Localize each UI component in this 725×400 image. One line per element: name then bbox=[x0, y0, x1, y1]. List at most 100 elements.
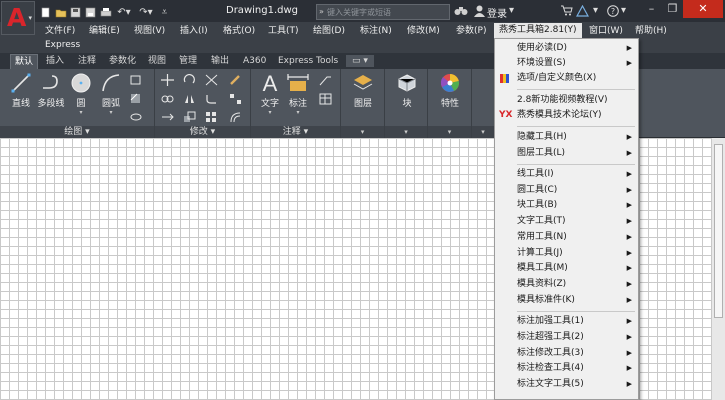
user-icon[interactable] bbox=[474, 5, 485, 21]
autodesk-exchange-icon[interactable] bbox=[575, 4, 590, 21]
menu-yanxiu-toolbox[interactable]: 燕秀工具箱2.81(Y) bbox=[494, 23, 582, 38]
offset-icon[interactable] bbox=[229, 111, 242, 123]
menu-item-mold-tools[interactable]: 模具工具(M) ▶ bbox=[495, 261, 638, 276]
menu-item-custom-colors[interactable]: 选项/自定义颜色(X) bbox=[495, 71, 638, 86]
table-icon[interactable] bbox=[319, 93, 332, 105]
menu-item-dim-super-tools[interactable]: 标注超强工具(2) ▶ bbox=[495, 330, 638, 345]
arc-tool[interactable]: 圆弧 ▾ bbox=[94, 72, 128, 116]
block-tool[interactable]: 块 bbox=[390, 72, 424, 109]
circle-dropdown-icon[interactable]: ▾ bbox=[64, 109, 98, 116]
rotate-icon[interactable] bbox=[183, 74, 196, 86]
ellipse-icon[interactable] bbox=[130, 111, 143, 123]
draw-panel-title[interactable]: 绘图 ▾ bbox=[0, 126, 154, 138]
menu-item-layer-tools[interactable]: 图层工具(L) ▶ bbox=[495, 146, 638, 161]
arc-dropdown-icon[interactable]: ▾ bbox=[94, 109, 128, 116]
help-dropdown-icon[interactable]: ▾ bbox=[621, 5, 626, 17]
explode-icon[interactable] bbox=[229, 93, 242, 105]
dimension-dropdown-icon[interactable]: ▾ bbox=[281, 109, 315, 116]
groups-dropdown-icon[interactable]: ▾ bbox=[472, 126, 494, 138]
scrollbar-thumb[interactable] bbox=[714, 144, 723, 318]
menu-window[interactable]: 窗口(W) bbox=[589, 24, 623, 38]
menu-format[interactable]: 格式(O) bbox=[223, 24, 255, 38]
menu-express[interactable]: Express bbox=[45, 40, 80, 50]
line-tool[interactable]: 直线 bbox=[4, 72, 38, 109]
menu-item-circle-tools[interactable]: 圆工具(C) ▶ bbox=[495, 183, 638, 198]
print-icon[interactable] bbox=[100, 7, 112, 18]
tab-manage[interactable]: 管理 bbox=[179, 55, 197, 67]
menu-item-dim-modify-tools[interactable]: 标注修改工具(3) ▶ bbox=[495, 346, 638, 361]
menu-item-dim-text-tools[interactable]: 标注文字工具(5) ▶ bbox=[495, 377, 638, 392]
menu-parametric[interactable]: 参数(P) bbox=[456, 24, 486, 38]
menu-item-dim-check-tools[interactable]: 标注检查工具(4) ▶ bbox=[495, 361, 638, 376]
tab-view[interactable]: 视图 bbox=[148, 55, 166, 67]
search-expand-icon[interactable]: » bbox=[319, 7, 324, 16]
menu-item-common-tools[interactable]: 常用工具(N) ▶ bbox=[495, 230, 638, 245]
tab-insert[interactable]: 插入 bbox=[46, 55, 64, 67]
menu-item-text-tools[interactable]: 文字工具(T) ▶ bbox=[495, 214, 638, 229]
vertical-scrollbar[interactable] bbox=[711, 138, 725, 400]
tab-a360[interactable]: A360 bbox=[243, 55, 266, 67]
exchange-dropdown-icon[interactable]: ▾ bbox=[593, 5, 598, 17]
annotation-panel-title[interactable]: 注释 ▾ bbox=[251, 126, 340, 138]
hatch-icon[interactable] bbox=[130, 93, 143, 105]
binoculars-icon[interactable] bbox=[454, 5, 468, 20]
tab-default[interactable]: 默认 bbox=[10, 54, 39, 69]
menu-item-dim-enhance-tools[interactable]: 标注加强工具(1) ▶ bbox=[495, 314, 638, 329]
menu-draw[interactable]: 绘图(D) bbox=[313, 24, 345, 38]
undo-icon[interactable]: ↶▾ bbox=[115, 7, 133, 18]
new-file-icon[interactable] bbox=[40, 7, 51, 18]
login-button[interactable]: 登录 bbox=[487, 5, 507, 20]
redo-icon[interactable]: ↷▾ bbox=[137, 7, 155, 18]
open-folder-icon[interactable] bbox=[55, 7, 67, 18]
menu-help[interactable]: 帮助(H) bbox=[635, 24, 667, 38]
rectangle-icon[interactable] bbox=[130, 74, 143, 86]
properties-dropdown-icon[interactable]: ▾ bbox=[428, 126, 471, 138]
close-icon[interactable]: ✕ bbox=[683, 0, 723, 18]
menu-item-environment-settings[interactable]: 环境设置(S) ▶ bbox=[495, 56, 638, 71]
cart-icon[interactable] bbox=[560, 5, 573, 20]
menu-tools[interactable]: 工具(T) bbox=[268, 24, 299, 38]
save-icon[interactable] bbox=[70, 7, 81, 18]
help-icon[interactable]: ? bbox=[607, 5, 619, 21]
tab-parametric[interactable]: 参数化 bbox=[109, 55, 136, 67]
menu-item-must-read[interactable]: 使用必读(D) ▶ bbox=[495, 41, 638, 56]
toolbar-dropdown-icon[interactable]: ⩡ bbox=[159, 7, 170, 18]
modify-panel-title[interactable]: 修改 ▾ bbox=[155, 126, 250, 138]
tab-annotate[interactable]: 注释 bbox=[78, 55, 96, 67]
menu-item-forum[interactable]: YX 燕秀模具技术论坛(Y) bbox=[495, 108, 638, 123]
menu-modify[interactable]: 修改(M) bbox=[407, 24, 440, 38]
search-input[interactable]: 键入关键字或短语 bbox=[327, 7, 391, 18]
minimize-icon[interactable]: – bbox=[641, 0, 662, 18]
menu-item-mold-standard-parts[interactable]: 模具标准件(K) ▶ bbox=[495, 293, 638, 308]
menu-file[interactable]: 文件(F) bbox=[45, 24, 75, 38]
login-dropdown-icon[interactable]: ▾ bbox=[509, 5, 514, 17]
fillet-icon[interactable] bbox=[205, 93, 218, 105]
menu-item-calc-tools[interactable]: 计算工具(J) ▶ bbox=[495, 246, 638, 261]
block-dropdown-icon[interactable]: ▾ bbox=[385, 126, 427, 138]
circle-tool[interactable]: 圆 ▾ bbox=[64, 72, 98, 116]
menu-item-hide-tools[interactable]: 隐藏工具(H) ▶ bbox=[495, 130, 638, 145]
array-icon[interactable] bbox=[205, 111, 218, 123]
menu-item-mold-data[interactable]: 模具资料(Z) ▶ bbox=[495, 277, 638, 292]
application-menu-button[interactable]: A ▾ bbox=[1, 1, 35, 35]
layers-dropdown-icon[interactable]: ▾ bbox=[341, 126, 384, 138]
layers-tool[interactable]: 图层 bbox=[346, 72, 380, 109]
search-box[interactable]: » 键入关键字或短语 bbox=[316, 4, 450, 20]
erase-icon[interactable] bbox=[229, 74, 242, 86]
menu-dimension[interactable]: 标注(N) bbox=[360, 24, 392, 38]
save-as-icon[interactable] bbox=[85, 7, 96, 18]
menu-edit[interactable]: 编辑(E) bbox=[89, 24, 120, 38]
dimension-tool[interactable]: 标注 ▾ bbox=[281, 72, 315, 116]
tab-output[interactable]: 输出 bbox=[211, 55, 229, 67]
stretch-icon[interactable] bbox=[161, 111, 174, 123]
menu-item-video-tutorial[interactable]: 2.8新功能视频教程(V) bbox=[495, 93, 638, 108]
copy-icon[interactable] bbox=[161, 93, 174, 105]
menu-insert[interactable]: 插入(I) bbox=[180, 24, 208, 38]
trim-icon[interactable] bbox=[205, 74, 218, 86]
menu-item-line-tools[interactable]: 线工具(I) ▶ bbox=[495, 167, 638, 182]
leader-icon[interactable] bbox=[319, 74, 332, 86]
mirror-icon[interactable] bbox=[183, 93, 196, 105]
tab-express-tools[interactable]: Express Tools bbox=[278, 55, 338, 67]
menu-view[interactable]: 视图(V) bbox=[134, 24, 165, 38]
ribbon-options-icon[interactable]: ▭ ▾ bbox=[346, 55, 374, 67]
